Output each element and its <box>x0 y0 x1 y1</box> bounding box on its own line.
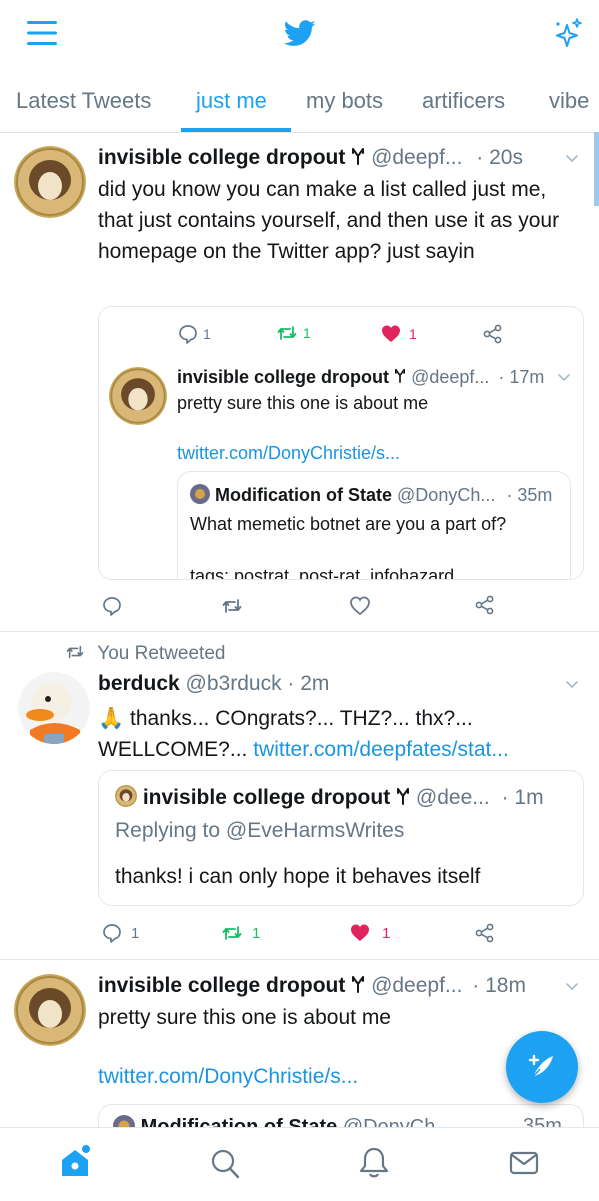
tab-my-bots[interactable]: my bots <box>306 88 383 114</box>
retweet-icon <box>66 645 84 659</box>
divider <box>0 631 599 632</box>
author-handle: @b3rduck <box>185 672 282 695</box>
search-icon[interactable] <box>210 1148 240 1180</box>
author-name[interactable]: invisible college dropout <box>98 974 345 997</box>
mail-icon[interactable] <box>509 1150 539 1176</box>
tweet-text: pretty sure this one is about me <box>177 393 429 413</box>
avatar[interactable] <box>14 974 86 1046</box>
avatar[interactable] <box>109 367 167 425</box>
reply-count: 1 <box>131 924 140 942</box>
author-name[interactable]: invisible college dropout <box>98 146 345 169</box>
quoted-timestamp: · 35m <box>506 485 553 505</box>
timestamp: · 18m <box>472 974 526 997</box>
author-handle: @deepf... <box>411 367 490 387</box>
reply-action[interactable]: 1 <box>103 923 139 943</box>
heart-icon[interactable] <box>350 596 370 616</box>
chevron-down-icon[interactable] <box>557 371 571 383</box>
tab-just-me[interactable]: just me <box>196 88 267 114</box>
tweet-link[interactable]: twitter.com/DonyChristie/s... <box>177 443 400 464</box>
home-icon[interactable] <box>58 1144 92 1180</box>
quoted-author-handle: @DonyCh... <box>397 485 496 505</box>
replying-to-label: Replying to <box>115 819 221 842</box>
chevron-down-icon[interactable] <box>565 980 579 992</box>
like-action[interactable]: 1 <box>381 324 417 344</box>
replying-to-handle[interactable]: @EveHarmsWrites <box>226 819 404 842</box>
retweet-icon <box>222 926 242 940</box>
retweet-icon[interactable] <box>222 597 242 615</box>
chevron-down-icon[interactable] <box>565 152 579 164</box>
share-icon <box>483 324 502 344</box>
scrollbar[interactable] <box>594 132 599 206</box>
quoted-tweet-card[interactable]: Modification of State @DonyCh... · 35m W… <box>177 471 571 580</box>
retweet-count: 1 <box>252 924 261 942</box>
timestamp: · 17m <box>498 367 545 387</box>
retweet-label: You Retweeted <box>97 643 226 664</box>
reply-icon[interactable] <box>103 596 121 616</box>
bottom-nav <box>0 1127 599 1201</box>
quoted-tweet-card[interactable]: invisible college dropout @dee... · 1m R… <box>98 770 584 906</box>
reply-icon <box>179 325 197 344</box>
divider <box>0 959 599 960</box>
tab-vibe[interactable]: vibe <box>549 88 589 114</box>
compose-tweet-button[interactable] <box>506 1031 578 1103</box>
heart-filled-icon <box>382 325 400 342</box>
twitter-bird-icon <box>284 20 316 46</box>
retweet-action[interactable]: 1 <box>222 924 260 942</box>
avatar <box>114 784 138 808</box>
quoted-timestamp: · 1m <box>501 786 544 809</box>
share-icon[interactable] <box>475 595 494 615</box>
author-name[interactable]: berduck <box>98 672 180 695</box>
hamburger-icon[interactable] <box>27 20 57 46</box>
like-count: 1 <box>382 924 391 942</box>
sparkle-icon[interactable] <box>553 17 583 49</box>
active-tab-indicator <box>181 128 291 132</box>
quoted-text: What memetic botnet are you a part of? <box>190 514 507 534</box>
author-handle: @deepf... <box>371 974 463 997</box>
fork-icon <box>352 148 365 165</box>
reply-icon <box>103 924 121 943</box>
reply-action[interactable]: 1 <box>179 324 211 344</box>
author-name[interactable]: invisible college dropout <box>177 367 389 387</box>
top-app-bar <box>0 0 599 70</box>
heart-filled-icon <box>351 924 369 941</box>
avatar <box>190 484 210 504</box>
like-count: 1 <box>409 326 417 342</box>
avatar[interactable] <box>18 672 90 744</box>
tab-latest-tweets[interactable]: Latest Tweets <box>16 88 151 114</box>
retweet-icon <box>277 326 297 340</box>
compose-tweet-icon <box>528 1054 553 1078</box>
list-tabs: Latest Tweets just me my bots artificers… <box>0 78 599 133</box>
quoted-author-handle: @dee... <box>415 786 490 809</box>
tweet-text: pretty sure this one is about me <box>98 1006 391 1029</box>
timestamp: · 20s <box>476 146 523 169</box>
reply-count: 1 <box>203 326 211 342</box>
tweet-link[interactable]: twitter.com/DonyChristie/s... <box>98 1065 358 1089</box>
tab-artificers[interactable]: artificers <box>422 88 505 114</box>
fork-icon <box>352 976 365 993</box>
share-action[interactable] <box>483 324 502 344</box>
tweet-text: did you know you can make a list called … <box>98 178 560 263</box>
avatar[interactable] <box>14 146 86 218</box>
fork-icon <box>397 788 410 805</box>
timestamp: · 2m <box>287 672 330 695</box>
embedded-thread-card[interactable]: 1 1 1 invisible college dropout @deepf..… <box>98 306 584 580</box>
retweet-action[interactable]: 1 <box>277 324 311 342</box>
tweet-link[interactable]: twitter.com/deepfates/stat... <box>253 738 509 761</box>
author-handle: @deepf... <box>371 146 463 169</box>
bell-icon[interactable] <box>359 1146 389 1180</box>
fork-icon <box>395 368 406 383</box>
quoted-text: thanks! i can only hope it behaves itsel… <box>115 865 481 888</box>
retweet-count: 1 <box>303 325 311 341</box>
chevron-down-icon[interactable] <box>565 678 579 690</box>
quoted-author-name: invisible college dropout <box>142 786 391 809</box>
like-action[interactable]: 1 <box>350 923 390 943</box>
quoted-author-name: Modification of State <box>215 485 393 505</box>
share-icon[interactable] <box>475 923 494 943</box>
quoted-tags: tags: postrat, post-rat, infohazard <box>190 566 455 580</box>
